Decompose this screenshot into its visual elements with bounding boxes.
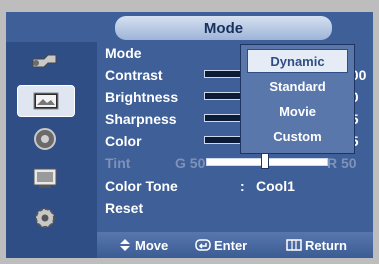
option-dynamic[interactable]: Dynamic: [247, 49, 348, 73]
sidebar-item-sound[interactable]: [17, 124, 73, 154]
sidebar-item-setup[interactable]: [17, 203, 73, 233]
picture-icon: [33, 92, 59, 110]
menu-item-sharpness[interactable]: Sharpness: [105, 109, 177, 129]
setup-gear-icon: [35, 208, 55, 228]
menu-item-reset[interactable]: Reset: [105, 198, 143, 218]
sound-speaker-icon: [34, 128, 56, 150]
menu-item-tint: Tint: [105, 155, 131, 171]
option-standard[interactable]: Standard: [247, 74, 348, 98]
color-tone-separator: :: [240, 178, 245, 194]
tint-right-value: R 50: [327, 155, 357, 171]
footer-move: Move: [118, 236, 168, 254]
updown-arrow-icon: [120, 239, 130, 251]
option-custom[interactable]: Custom: [247, 124, 348, 148]
tint-slider-handle: [261, 153, 269, 169]
color-tone-value: Cool1: [256, 178, 295, 194]
menu-return-icon: [286, 239, 302, 251]
menu-item-color[interactable]: Color: [105, 131, 142, 151]
mode-dropdown: Dynamic Standard Movie Custom: [240, 44, 355, 154]
tint-left-value: G 50: [175, 155, 206, 171]
menu-item-brightness[interactable]: Brightness: [105, 87, 178, 107]
option-movie[interactable]: Movie: [247, 99, 348, 123]
menu-title: Mode: [115, 16, 332, 40]
footer-return: Return: [286, 236, 347, 254]
footer-left-strip: [6, 232, 97, 258]
sidebar-item-picture[interactable]: [17, 85, 75, 117]
menu-item-color-tone[interactable]: Color Tone: [105, 176, 178, 196]
menu-item-contrast[interactable]: Contrast: [105, 65, 163, 85]
menu-item-mode[interactable]: Mode: [105, 43, 142, 63]
sidebar-item-input[interactable]: [17, 47, 73, 77]
input-plug-icon: [32, 54, 57, 68]
enter-icon: [195, 239, 211, 251]
channel-icon: [33, 168, 57, 188]
sidebar-item-channel[interactable]: [17, 163, 73, 193]
footer-enter: Enter: [195, 236, 247, 254]
